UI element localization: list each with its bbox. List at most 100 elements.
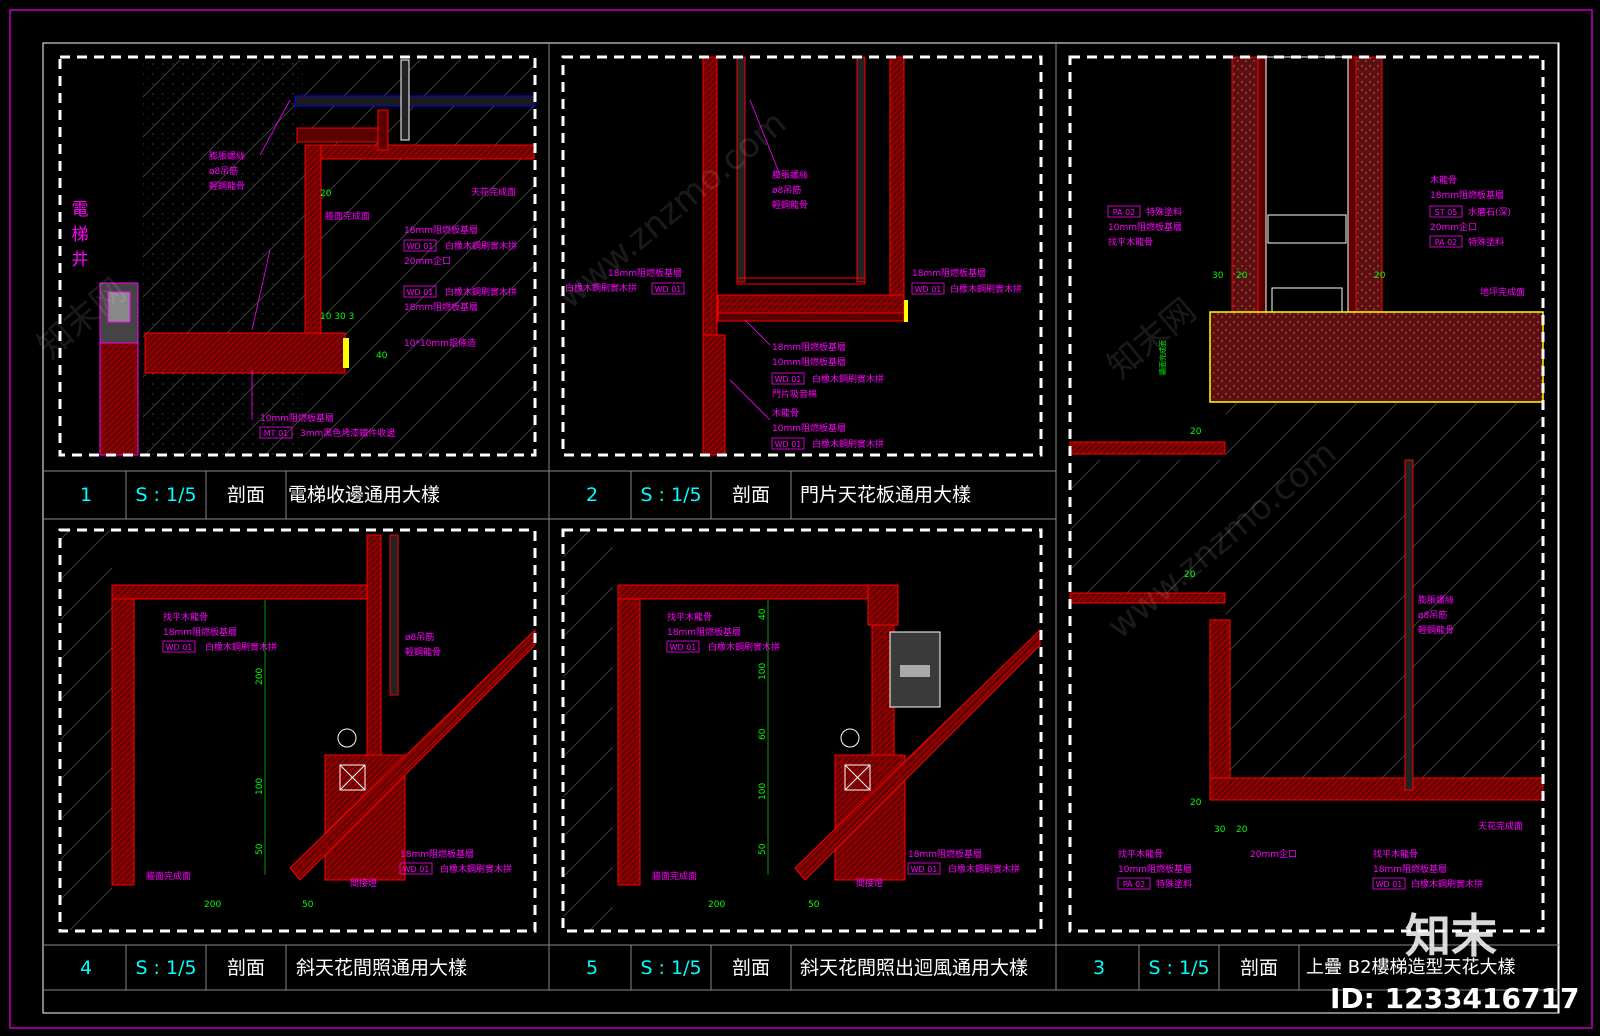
panel-1-note: ø8吊筋 [209,165,238,177]
panel-3-note: 輕鋼龍骨 [1418,624,1454,636]
watermark-site-cn: 知末网 [1100,291,1204,387]
panel-1-note: 18mm阻燃板基層 [404,224,478,236]
panel-3-note: 20mm企口 [1250,848,1297,860]
panel-5-note: 間接燈 [856,877,883,889]
panel-3-code: PA 02 [1123,880,1146,889]
panel-4-note: ø8吊筋 [405,631,434,643]
panel-3-dim: 20 [1236,825,1248,835]
panel-3-dim: 20 [1236,271,1248,281]
panel-1-code: MT 01 [264,429,289,438]
panel-3-number: 3 [1092,957,1106,979]
panel-5-number: 5 [585,957,599,979]
cad-drawing-sheet: 電 梯 井 膨脹螺絲 ø8吊筋 輕鋼龍骨 天花完成面 牆面完成面 18mm阻燃板… [9,9,1593,1029]
panel-5-note: 白橡木鋼刷實木拼 [708,641,780,653]
panel-2-note: 白橡木鋼刷實木拼 [812,438,884,450]
panel-5-code: WD 01 [670,643,697,652]
panel-3-type: 剖面 [1239,957,1278,979]
panel-5-dim: 100 [758,783,768,800]
panel-5-dim: 40 [758,608,768,620]
panel-2-note: 門片吸音棉 [772,388,817,400]
panel-3-note: 特殊塗料 [1468,236,1504,248]
elevator-shaft-label: 井 [72,250,89,270]
panel-1-note: 10*10mm鋁條造 [404,337,476,349]
panel-5-dim: 100 [758,663,768,680]
panel-3-note: 10mm阻燃板基層 [1108,221,1182,233]
panel-4-note: 找平木龍骨 [163,611,208,623]
panel-4-dim: 50 [302,900,314,910]
panel-3-code: PA 02 [1435,238,1458,247]
panel-1-note: 20mm企口 [404,255,451,267]
panel-4-scale: S : 1/5 [135,957,197,979]
panel-1-drawing: 電 梯 井 膨脹螺絲 ø8吊筋 輕鋼龍骨 天花完成面 牆面完成面 18mm阻燃板… [72,59,536,456]
panel-1-dim: 20 [320,189,332,199]
panel-2-code: WD 01 [775,440,802,449]
panel-4-note: 18mm阻燃板基層 [163,626,237,638]
panel-4-code: WD 01 [403,865,430,874]
panel-3-note: 特殊塗料 [1146,206,1182,218]
panel-5-dim: 50 [808,900,820,910]
watermark-id: ID: 1233416717 [1330,982,1580,1015]
elevator-shaft-label: 電 [72,200,89,220]
panel-3-dim: 20 [1190,427,1202,437]
panel-2-title: 門片天花板通用大樣 [800,484,972,506]
panel-3-note: 找平木龍骨 [1373,848,1418,860]
panel-2-note: 白橡木鋼刷實木拼 [950,283,1022,295]
panel-3-scale: S : 1/5 [1148,957,1210,979]
panel-3-note: 木龍骨 [1430,174,1457,186]
panel-3-note: 10mm阻燃板基層 [1118,863,1192,875]
panel-1-note: 10mm阻燃板基層 [260,412,334,424]
panel-4-type: 剖面 [226,957,265,979]
panel-5-note: 18mm阻燃板基層 [667,626,741,638]
elevator-shaft-label: 梯 [72,225,89,245]
panel-2-note: 10mm阻燃板基層 [772,356,846,368]
panel-4-dim: 200 [204,900,221,910]
panel-3-code: PA 02 [1113,208,1136,217]
panel-1-number: 1 [79,484,93,506]
panel-1-dim: 40 [376,351,388,361]
panel-4-note: 白橡木鋼刷實木拼 [205,641,277,653]
panel-4-dim: 200 [255,668,265,685]
panel-5-note: 找平木龍骨 [667,611,712,623]
panel-2-note: ø8吊筋 [772,184,801,196]
panel-3-dim: 30 [1212,271,1224,281]
panel-2-type: 剖面 [731,484,770,506]
panel-2-note: 木龍骨 [772,407,799,419]
panel-3-note: 20mm企口 [1430,221,1477,233]
panel-2-note: 10mm阻燃板基層 [772,422,846,434]
panel-3-note: 找平木龍骨 [1118,848,1163,860]
panel-2-note: 膨脹螺絲 [772,169,808,181]
panel-4-drawing: 找平木龍骨 18mm阻燃板基層 WD 01 白橡木鋼刷實木拼 ø8吊筋 輕鋼龍骨… [60,530,536,930]
panel-3-note: ø8吊筋 [1418,609,1447,621]
panel-3-note: 18mm阻燃板基層 [1373,863,1447,875]
panel-3-note: 水磨石(深) [1468,206,1511,218]
panel-1-type: 剖面 [226,484,265,506]
panel-4-number: 4 [79,957,93,979]
panel-2-note: 18mm阻燃板基層 [912,267,986,279]
panel-3-dim: 20 [1190,798,1202,808]
panel-3-note: 白橡木鋼刷實木拼 [1411,878,1483,890]
panel-1-note: 白橡木鋼刷實木拼 [445,240,517,252]
panel-3-code: WD 01 [1376,880,1403,889]
panel-1-scale: S : 1/5 [135,484,197,506]
panel-2-number: 2 [585,484,599,506]
panel-1-note: 膨脹螺絲 [209,150,245,162]
panel-1-note: 白橡木鋼刷實木拼 [445,286,517,298]
panel-4-code: WD 01 [166,643,193,652]
watermark-brand: 知末 [1405,909,1497,963]
panel-5-type: 剖面 [731,957,770,979]
panel-5-note: 白橡木鋼刷實木拼 [948,863,1020,875]
panel-3-note: 膨脹螺絲 [1418,594,1454,606]
panel-2-scale: S : 1/5 [640,484,702,506]
panel-5-dim: 60 [758,728,768,740]
panel-2-note: 白橡木鋼刷實木拼 [812,373,884,385]
panel-3-note: 地坪完成面 [1480,286,1525,298]
panel-1-dim: 10 30 3 [320,312,354,322]
panel-2-note: 18mm阻燃板基層 [772,341,846,353]
panel-1-note: 18mm阻燃板基層 [404,301,478,313]
panel-4-note: 白橡木鋼刷實木拼 [440,863,512,875]
panel-5-dim: 50 [758,843,768,855]
panel-3-code: ST 05 [1435,208,1458,217]
panel-3-note: 特殊塗料 [1156,878,1192,890]
panel-2-code: WD 01 [775,375,802,384]
panel-1-code: WD 01 [407,288,434,297]
